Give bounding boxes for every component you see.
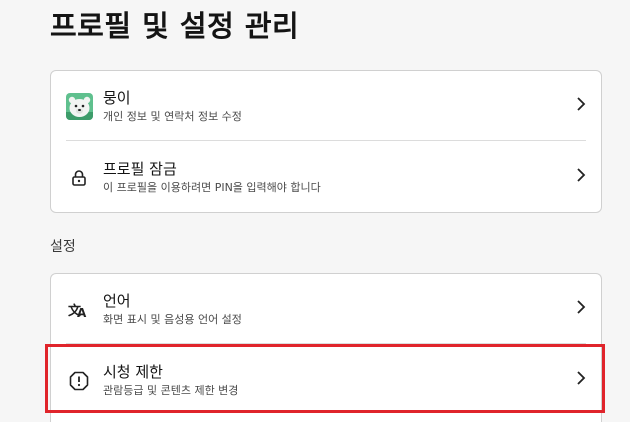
chevron-right-icon: [577, 371, 586, 385]
chevron-right-icon: [577, 97, 586, 111]
chevron-right-icon: [577, 168, 586, 182]
settings-section-title: 설정: [50, 239, 76, 255]
profile-lock-row[interactable]: 프로필 잠금 이 프로필을 이용하려면 PIN을 입력해야 합니다: [51, 142, 601, 212]
profile-lock-label: 프로필 잠금: [103, 160, 177, 178]
alert-octagon-icon: [65, 367, 93, 395]
language-label: 언어: [103, 292, 131, 310]
language-row[interactable]: 文 A 언어 화면 표시 및 음성용 언어 설정: [51, 274, 601, 344]
language-subtitle: 화면 표시 및 음성용 언어 설정: [103, 313, 242, 326]
viewing-restrictions-row[interactable]: 시청 제한 관람등급 및 콘텐츠 제한 변경: [51, 345, 601, 415]
svg-text:A: A: [77, 306, 87, 319]
profile-settings-page: 프로필 및 설정 관리 뭉이 개인 정보 및 연락처 정보 수정 프로필 잠금 …: [0, 0, 630, 422]
profile-lock-subtitle: 이 프로필을 이용하려면 PIN을 입력해야 합니다: [103, 181, 321, 194]
polar-bear-avatar-icon: [66, 93, 93, 120]
edit-profile-row[interactable]: 뭉이 개인 정보 및 연락처 정보 수정: [51, 71, 601, 141]
translate-icon: 文 A: [65, 296, 93, 324]
profile-name: 뭉이: [103, 89, 131, 107]
viewing-restrictions-subtitle: 관람등급 및 콘텐츠 제한 변경: [103, 384, 239, 397]
chevron-right-icon: [577, 300, 586, 314]
viewing-restrictions-label: 시청 제한: [103, 363, 163, 381]
profile-card: 뭉이 개인 정보 및 연락처 정보 수정 프로필 잠금 이 프로필을 이용하려면…: [50, 70, 602, 213]
lock-icon: [65, 164, 93, 192]
settings-card: 文 A 언어 화면 표시 및 음성용 언어 설정 시청 제한 관람등급 및 콘텐…: [50, 273, 602, 422]
profile-avatar: [66, 93, 93, 120]
profile-subtitle: 개인 정보 및 연락처 정보 수정: [103, 110, 242, 123]
page-title: 프로필 및 설정 관리: [50, 9, 300, 43]
